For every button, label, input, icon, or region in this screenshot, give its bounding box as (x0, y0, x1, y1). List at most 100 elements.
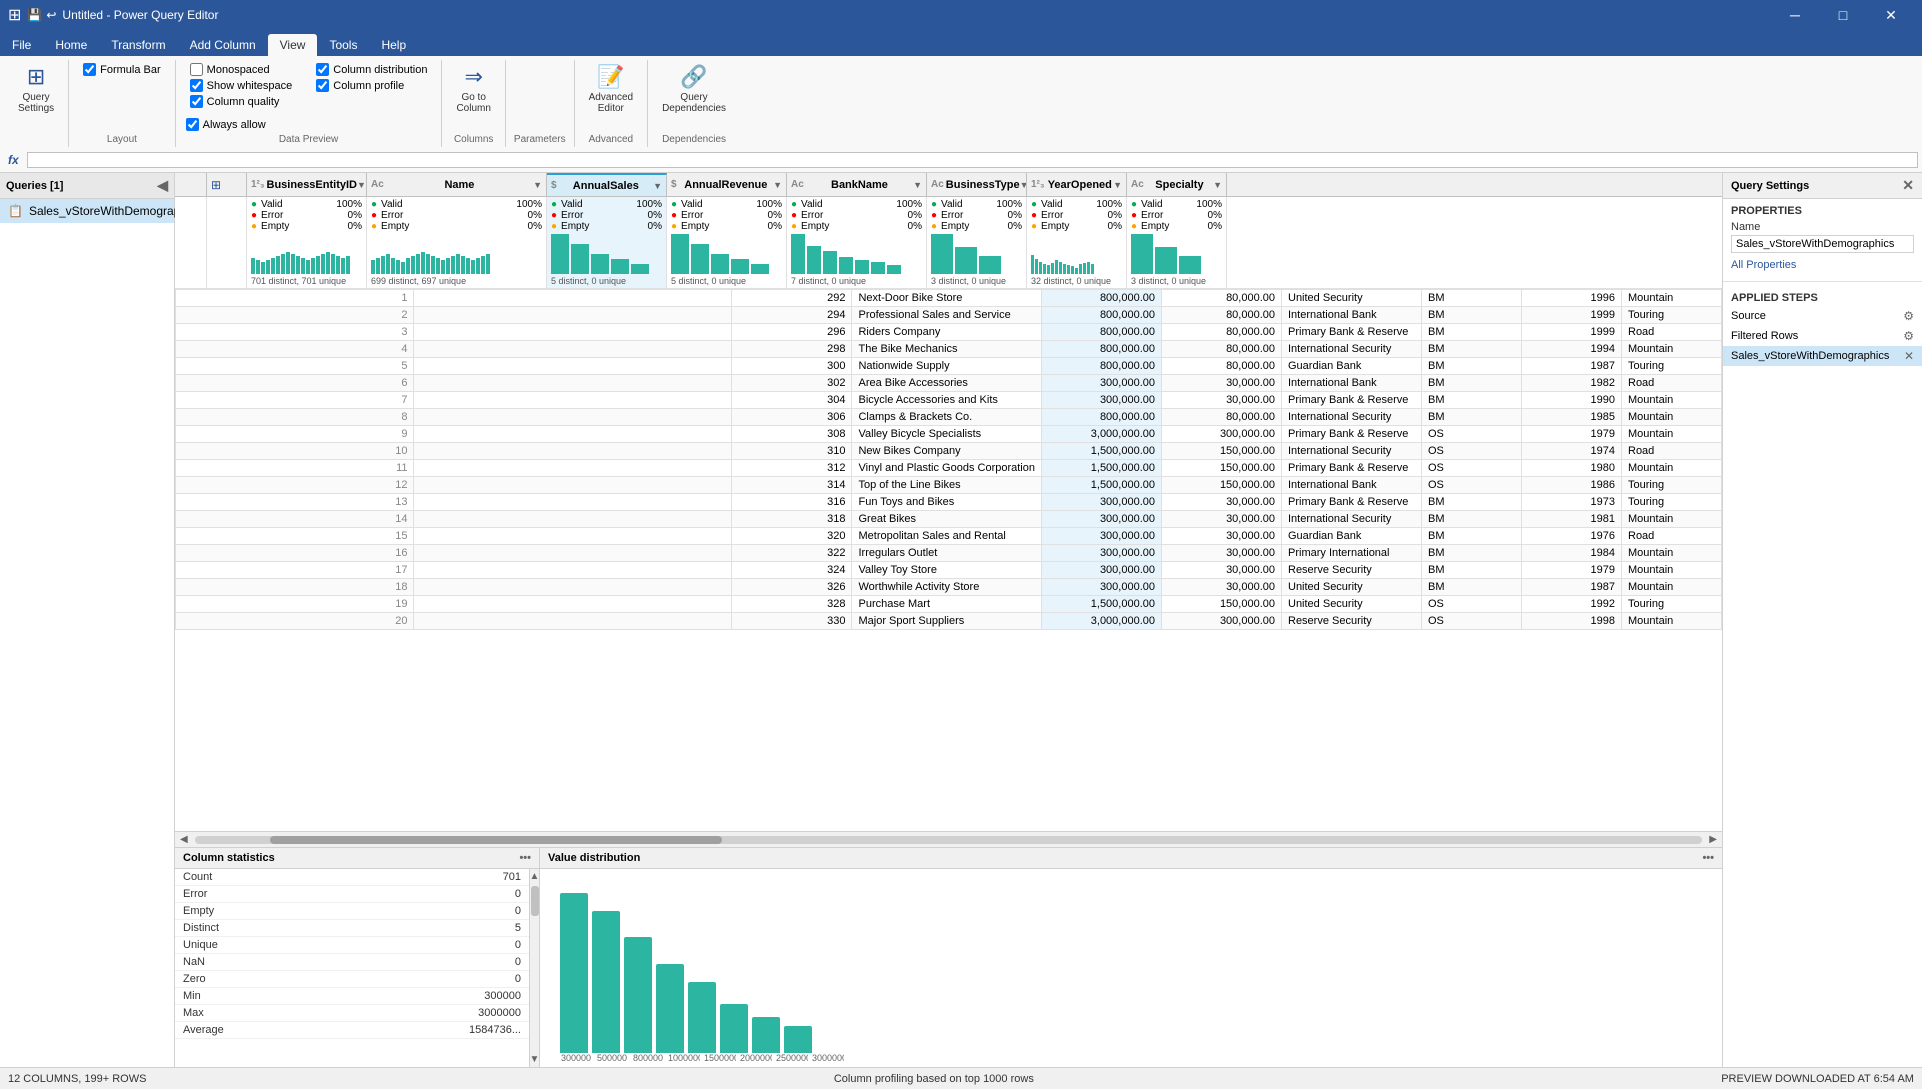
query-item-sales[interactable]: 📋 Sales_vStoreWithDemographics (0, 199, 174, 223)
tab-transform[interactable]: Transform (99, 34, 177, 56)
bar-rect[interactable] (656, 964, 684, 1053)
table-row[interactable]: 20 330 Major Sport Suppliers 3,000,000.0… (176, 613, 1722, 630)
stats-scroll-down[interactable]: ▼ (528, 1052, 539, 1067)
col-quality-check[interactable]: Column quality (188, 94, 295, 109)
col-header-bankname[interactable]: Ac BankName ▼ (787, 173, 927, 196)
col-filter-1[interactable]: ▼ (357, 180, 366, 190)
horizontal-scroll[interactable]: ◀ ▶ (175, 831, 1722, 847)
col-filter-7[interactable]: ▼ (1113, 180, 1122, 190)
bar-rect[interactable] (592, 911, 620, 1053)
bar-item[interactable] (624, 937, 652, 1053)
table-row[interactable]: 16 322 Irregulars Outlet 300,000.00 30,0… (176, 545, 1722, 562)
col-filter-4[interactable]: ▼ (773, 180, 782, 190)
table-row[interactable]: 2 294 Professional Sales and Service 800… (176, 307, 1722, 324)
formula-bar-checkbox[interactable] (83, 63, 96, 76)
tab-tools[interactable]: Tools (317, 34, 369, 56)
undo-icon[interactable]: ↩ (46, 8, 56, 22)
table-row[interactable]: 17 324 Valley Toy Store 300,000.00 30,00… (176, 562, 1722, 579)
bar-rect[interactable] (752, 1017, 780, 1053)
col-filter-6[interactable]: ▼ (1020, 180, 1027, 190)
value-dist-menu[interactable]: ••• (1702, 852, 1714, 864)
bar-item[interactable] (592, 911, 620, 1053)
formula-bar-input[interactable] (27, 152, 1918, 168)
bar-rect[interactable] (624, 937, 652, 1053)
table-row[interactable]: 11 312 Vinyl and Plastic Goods Corporati… (176, 460, 1722, 477)
tab-file[interactable]: File (0, 34, 43, 56)
bar-item[interactable] (560, 893, 588, 1053)
table-row[interactable]: 12 314 Top of the Line Bikes 1,500,000.0… (176, 477, 1722, 494)
scroll-right-arrow[interactable]: ▶ (1706, 834, 1720, 845)
col-stats-menu[interactable]: ••• (519, 852, 531, 864)
col-filter-2[interactable]: ▼ (533, 180, 542, 190)
col-header-businessentityid[interactable]: 1²₃ BusinessEntityID ▼ (247, 173, 367, 196)
maximize-button[interactable]: □ (1820, 0, 1866, 30)
table-row[interactable]: 10 310 New Bikes Company 1,500,000.00 15… (176, 443, 1722, 460)
always-allow-checkbox[interactable] (186, 118, 199, 131)
col-header-annualsales[interactable]: $ AnnualSales ▼ (547, 173, 667, 196)
query-settings-button[interactable]: ⊞ QuerySettings (12, 60, 60, 118)
query-dependencies-button[interactable]: 🔗 QueryDependencies (656, 60, 732, 118)
stats-scroll-up[interactable]: ▲ (528, 869, 539, 884)
query-settings-close-button[interactable]: ✕ (1902, 177, 1914, 194)
table-row[interactable]: 13 316 Fun Toys and Bikes 300,000.00 30,… (176, 494, 1722, 511)
table-row[interactable]: 15 320 Metropolitan Sales and Rental 300… (176, 528, 1722, 545)
table-row[interactable]: 3 296 Riders Company 800,000.00 80,000.0… (176, 324, 1722, 341)
tab-add-column[interactable]: Add Column (178, 34, 268, 56)
table-row[interactable]: 8 306 Clamps & Brackets Co. 800,000.00 8… (176, 409, 1722, 426)
col-dist-checkbox[interactable] (316, 63, 329, 76)
step-item-0[interactable]: Source⚙ (1723, 306, 1922, 326)
go-to-column-button[interactable]: ⇒ Go toColumn (450, 60, 496, 118)
whitespace-check[interactable]: Show whitespace (188, 78, 295, 93)
tab-view[interactable]: View (268, 34, 318, 56)
scroll-left-arrow[interactable]: ◀ (177, 834, 191, 845)
scroll-thumb[interactable] (270, 836, 722, 844)
table-row[interactable]: 6 302 Area Bike Accessories 300,000.00 3… (176, 375, 1722, 392)
all-properties-link[interactable]: All Properties (1731, 259, 1796, 271)
col-profile-check[interactable]: Column profile (314, 78, 429, 93)
formula-bar-check[interactable]: Formula Bar (81, 62, 163, 77)
step-gear-icon[interactable]: ⚙ (1903, 309, 1914, 323)
tab-help[interactable]: Help (369, 34, 418, 56)
table-row[interactable]: 19 328 Purchase Mart 1,500,000.00 150,00… (176, 596, 1722, 613)
bar-item[interactable] (752, 1017, 780, 1053)
col-header-yearopened[interactable]: 1²₃ YearOpened ▼ (1027, 173, 1127, 196)
col-filter-3[interactable]: ▼ (653, 181, 662, 191)
table-row[interactable]: 9 308 Valley Bicycle Specialists 3,000,0… (176, 426, 1722, 443)
bar-rect[interactable] (560, 893, 588, 1053)
close-button[interactable]: ✕ (1868, 0, 1914, 30)
data-table-scroll[interactable]: 1 292 Next-Door Bike Store 800,000.00 80… (175, 289, 1722, 831)
advanced-editor-button[interactable]: 📝 AdvancedEditor (583, 60, 639, 118)
bar-rect[interactable] (784, 1026, 812, 1053)
step-item-1[interactable]: Filtered Rows⚙ (1723, 326, 1922, 346)
bar-rect[interactable] (688, 982, 716, 1053)
bar-item[interactable] (656, 964, 684, 1053)
always-allow-check[interactable]: Always allow (184, 117, 268, 132)
monospaced-checkbox[interactable] (190, 63, 203, 76)
stats-scroll-thumb[interactable] (531, 886, 539, 916)
bar-item[interactable] (720, 1004, 748, 1053)
col-dist-check[interactable]: Column distribution (314, 62, 429, 77)
col-header-businesstype[interactable]: Ac BusinessType ▼ (927, 173, 1027, 196)
table-row[interactable]: 18 326 Worthwhile Activity Store 300,000… (176, 579, 1722, 596)
step-gear-icon[interactable]: ⚙ (1903, 329, 1914, 343)
table-row[interactable]: 4 298 The Bike Mechanics 800,000.00 80,0… (176, 341, 1722, 358)
bar-rect[interactable] (720, 1004, 748, 1053)
minimize-button[interactable]: ─ (1772, 0, 1818, 30)
table-row[interactable]: 1 292 Next-Door Bike Store 800,000.00 80… (176, 290, 1722, 307)
col-filter-8[interactable]: ▼ (1213, 180, 1222, 190)
col-header-name[interactable]: Ac Name ▼ (367, 173, 547, 196)
col-header-annualrevenue[interactable]: $ AnnualRevenue ▼ (667, 173, 787, 196)
col-quality-checkbox[interactable] (190, 95, 203, 108)
col-header-specialty[interactable]: Ac Specialty ▼ (1127, 173, 1227, 196)
table-row[interactable]: 14 318 Great Bikes 300,000.00 30,000.00 … (176, 511, 1722, 528)
bar-item[interactable] (784, 1026, 812, 1053)
stats-scrollbar[interactable]: ▲ ▼ (529, 869, 539, 1067)
save-icon[interactable]: 💾 (27, 8, 42, 22)
table-row[interactable]: 7 304 Bicycle Accessories and Kits 300,0… (176, 392, 1722, 409)
scroll-track[interactable] (195, 836, 1703, 844)
table-row[interactable]: 5 300 Nationwide Supply 800,000.00 80,00… (176, 358, 1722, 375)
step-delete-icon[interactable]: ✕ (1904, 349, 1914, 363)
whitespace-checkbox[interactable] (190, 79, 203, 92)
col-filter-5[interactable]: ▼ (913, 180, 922, 190)
query-name-input[interactable] (1731, 235, 1914, 253)
